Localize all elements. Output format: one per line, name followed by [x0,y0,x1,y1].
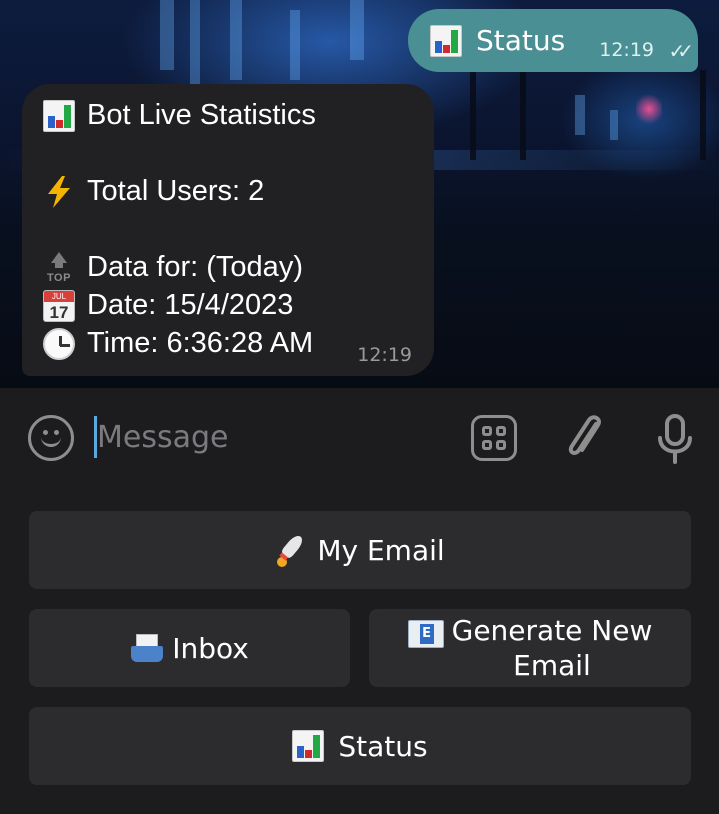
button-label: Inbox [172,631,249,665]
incoming-message[interactable]: Bot Live Statistics Total Users: 2 TOP D… [22,84,434,376]
e-mail-icon: E [407,620,444,648]
message-line: TOP Data for: (Today) [43,251,303,284]
message-line: Total Users: 2 [43,175,264,208]
microphone-icon[interactable] [654,410,696,466]
button-label: My Email [317,533,445,567]
read-receipt-icon: ✓✓ [668,39,693,63]
stats-time: Time: 6:36:28 AM [87,327,314,359]
clock-icon [43,327,75,360]
button-label: Status [338,729,428,763]
message-input[interactable] [97,412,437,462]
message-line: JUL 17 Date: 15/4/2023 [43,289,293,322]
bot-keyboard-icon[interactable] [471,415,517,461]
status-button[interactable]: Status [29,707,691,785]
outgoing-message[interactable]: Status 12:19 ✓✓ [408,9,698,72]
high-voltage-icon [43,175,75,208]
generate-new-email-button[interactable]: E Generate New Email [369,609,691,687]
message-line: Time: 6:36:28 AM [43,327,313,360]
attach-icon[interactable] [562,410,608,466]
inbox-button[interactable]: Inbox [29,609,350,687]
bar-chart-icon [43,99,75,132]
bar-chart-icon [430,24,462,57]
my-email-button[interactable]: My Email [29,511,691,589]
button-label: Generate New Email [451,614,653,682]
bar-chart-icon [292,730,325,762]
calendar-icon: JUL 17 [43,289,75,322]
message-line: Bot Live Statistics [43,99,316,132]
stats-date: Date: 15/4/2023 [87,289,294,321]
outgoing-message-text: Status [476,24,566,57]
total-users: Total Users: 2 [87,175,265,207]
stats-title: Bot Live Statistics [87,99,316,131]
data-for: Data for: (Today) [87,251,303,283]
rocket-icon [275,532,309,567]
message-time: 12:19 [599,39,654,61]
inbox-tray-icon [130,632,164,664]
message-time: 12:19 [357,344,412,366]
top-arrow-icon: TOP [43,251,75,284]
emoji-icon[interactable] [28,415,74,461]
